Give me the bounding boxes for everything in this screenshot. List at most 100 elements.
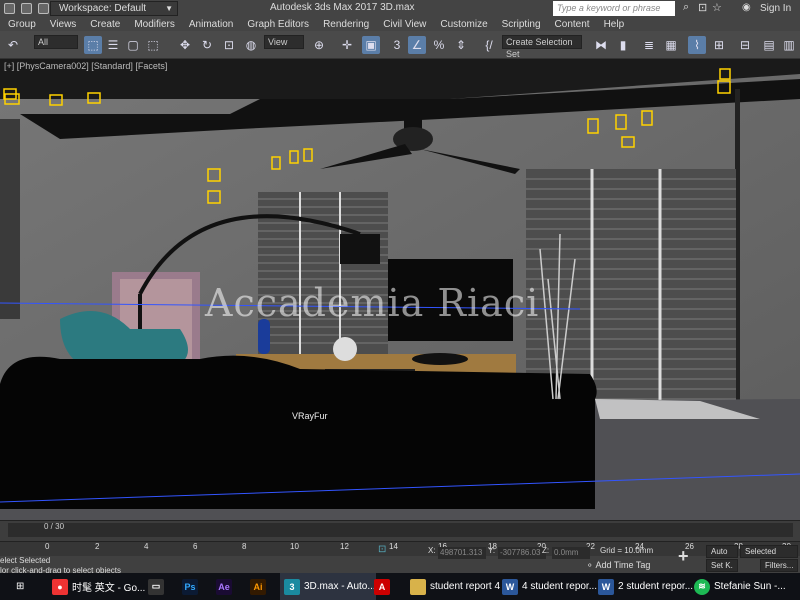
sign-in-link[interactable]: Sign In	[760, 3, 791, 14]
taskbar-item-label: 4 student repor...	[522, 581, 598, 592]
menu-item-scripting[interactable]: Scripting	[502, 19, 541, 30]
taskbar-item-label: student report 4	[430, 581, 501, 592]
y-coordinate-field[interactable]: -307786.03	[498, 547, 546, 559]
set-key-icon[interactable]: +	[678, 546, 689, 567]
scene-explorer-icon[interactable]: ▦	[662, 36, 680, 54]
mirror-icon[interactable]: ⧓	[592, 36, 610, 54]
taskbar-item-photoshop[interactable]: Ps	[182, 573, 202, 600]
auto-key-button[interactable]: Auto	[706, 545, 738, 558]
cart-icon[interactable]: ⊡	[698, 1, 707, 14]
menu-item-group[interactable]: Group	[8, 19, 36, 30]
x-coordinate-field[interactable]: 498701.313	[438, 547, 486, 559]
select-manipulate-icon[interactable]: ✛	[338, 36, 356, 54]
rendered-frame-window-icon[interactable]: ▥	[780, 36, 798, 54]
select-object-icon[interactable]: ⬚	[84, 36, 102, 54]
time-slider-track[interactable]	[8, 523, 793, 537]
reference-coordinate-dropdown[interactable]: View	[264, 35, 304, 49]
schematic-view-icon[interactable]: ⊞	[710, 36, 728, 54]
after-effects-icon: Ae	[216, 578, 232, 595]
key-filter-dropdown[interactable]: Selected	[740, 545, 798, 558]
binoculars-icon[interactable]: ⌕	[683, 1, 689, 14]
taskbar-item-after-effects[interactable]: Ae	[216, 573, 236, 600]
menu-item-content[interactable]: Content	[555, 19, 590, 30]
quick-access-new-icon[interactable]	[21, 3, 32, 14]
app-menu-icon[interactable]	[4, 3, 15, 14]
named-selection-set-value: Create Selection Set	[506, 37, 573, 59]
taskbar-item-label: 时髦 英文 - Go...	[72, 583, 146, 594]
z-label: Z:	[542, 546, 550, 555]
windows-start-icon[interactable]: ⊞	[16, 573, 36, 600]
word-icon: W	[502, 578, 518, 595]
add-time-tag-button[interactable]: ⚬ Add Time Tag	[586, 560, 650, 571]
menu-item-graph-editors[interactable]: Graph Editors	[247, 19, 309, 30]
workspace-dropdown[interactable]: Workspace: Default ▼	[50, 1, 178, 16]
menu-item-customize[interactable]: Customize	[440, 19, 487, 30]
percent-snap-icon[interactable]: %	[430, 36, 448, 54]
arc-lamp-shade	[340, 234, 380, 264]
rectangular-region-icon[interactable]: ▢	[124, 36, 142, 54]
named-selection-set-dropdown[interactable]: Create Selection Set	[502, 35, 582, 59]
angle-snap-icon[interactable]: ∠	[408, 36, 426, 54]
taskbar-item-label: 2 student repor...	[618, 581, 694, 592]
select-by-name-icon[interactable]: ☰	[104, 36, 122, 54]
curve-editor-icon[interactable]: ⌇	[688, 36, 706, 54]
chrome-icon: ●	[52, 578, 68, 595]
left-column	[0, 119, 20, 319]
move-icon[interactable]: ✥	[176, 36, 194, 54]
time-slider-label: 0 / 30	[44, 522, 65, 531]
z-coordinate-field[interactable]: 0.0mm	[552, 547, 590, 559]
y-label: Y:	[488, 546, 496, 555]
scale-icon[interactable]: ⊡	[220, 36, 238, 54]
folder-icon	[410, 578, 426, 595]
rotate-icon[interactable]: ↻	[198, 36, 216, 54]
key-filters-button[interactable]: Filters...	[760, 559, 798, 572]
taskbar-item-3dsmax[interactable]: 3 3D.max - Auto...	[280, 573, 376, 600]
material-editor-icon[interactable]: ⊟	[736, 36, 754, 54]
menu-item-create[interactable]: Create	[90, 19, 120, 30]
placement-icon[interactable]: ◍	[242, 36, 260, 54]
time-slider[interactable]: 0 / 30	[0, 520, 800, 541]
keyboard-shortcut-override-icon[interactable]: ▣	[362, 36, 380, 54]
layer-manager-icon[interactable]: ≣	[640, 36, 658, 54]
taskbar-item-word-report-2[interactable]: W 2 student repor...	[598, 573, 693, 600]
viewport-label[interactable]: [+] [PhysCamera002] [Standard] [Facets]	[4, 61, 167, 71]
taskbar-item-student-report-4[interactable]: student report 4	[410, 573, 500, 600]
taskbar-item-files[interactable]: ▭	[148, 573, 168, 600]
taskbar-item-acrobat[interactable]: A	[374, 573, 394, 600]
selection-filter-dropdown[interactable]: All	[34, 35, 78, 49]
edit-named-selection-icon[interactable]: {/	[480, 36, 498, 54]
spinner-snap-icon[interactable]: ⇕	[452, 36, 470, 54]
menu-item-civil-view[interactable]: Civil View	[383, 19, 426, 30]
undo-icon[interactable]: ↶	[4, 36, 22, 54]
menu-item-help[interactable]: Help	[604, 19, 625, 30]
star-icon[interactable]: ☆	[712, 1, 722, 14]
menu-bar: Group Views Create Modifiers Animation G…	[0, 17, 800, 31]
window-title: Autodesk 3ds Max 2017 3D.max	[270, 2, 415, 13]
quick-access-open-icon[interactable]	[38, 3, 49, 14]
user-icon[interactable]: ◉	[742, 2, 754, 14]
camera-viewport[interactable]: [+] [PhysCamera002] [Standard] [Facets] …	[0, 59, 800, 520]
set-key-button[interactable]: Set K.	[706, 559, 738, 572]
menu-item-views[interactable]: Views	[50, 19, 77, 30]
menu-item-animation[interactable]: Animation	[189, 19, 233, 30]
photoshop-icon: Ps	[182, 578, 198, 595]
pivot-center-icon[interactable]: ⊕	[310, 36, 328, 54]
menu-item-rendering[interactable]: Rendering	[323, 19, 369, 30]
tick-12: 12	[340, 542, 349, 551]
spotify-icon: ≋	[694, 578, 710, 595]
sofa-vrayfur	[0, 355, 597, 509]
align-icon[interactable]: ▮	[614, 36, 632, 54]
taskbar-item-illustrator[interactable]: Ai	[250, 573, 270, 600]
reference-coordinate-value: View	[268, 37, 288, 47]
taskbar-item-word-report-4[interactable]: W 4 student repor...	[502, 573, 597, 600]
taskbar-item-spotify[interactable]: ≋ Stefanie Sun -...	[694, 573, 786, 600]
menu-item-modifiers[interactable]: Modifiers	[134, 19, 175, 30]
taskbar-item-chrome[interactable]: ● 时髦 英文 - Go...	[52, 573, 145, 600]
selection-lock-icon[interactable]: ⊡	[378, 544, 386, 555]
3dsmax-icon: 3	[284, 578, 300, 595]
window-crossing-icon[interactable]: ⬚	[144, 36, 162, 54]
search-input[interactable]: Type a keyword or phrase	[553, 1, 675, 16]
render-setup-icon[interactable]: ▤	[760, 36, 778, 54]
chevron-down-icon: ▼	[165, 4, 173, 13]
snaps-toggle-icon[interactable]: 3	[388, 36, 406, 54]
